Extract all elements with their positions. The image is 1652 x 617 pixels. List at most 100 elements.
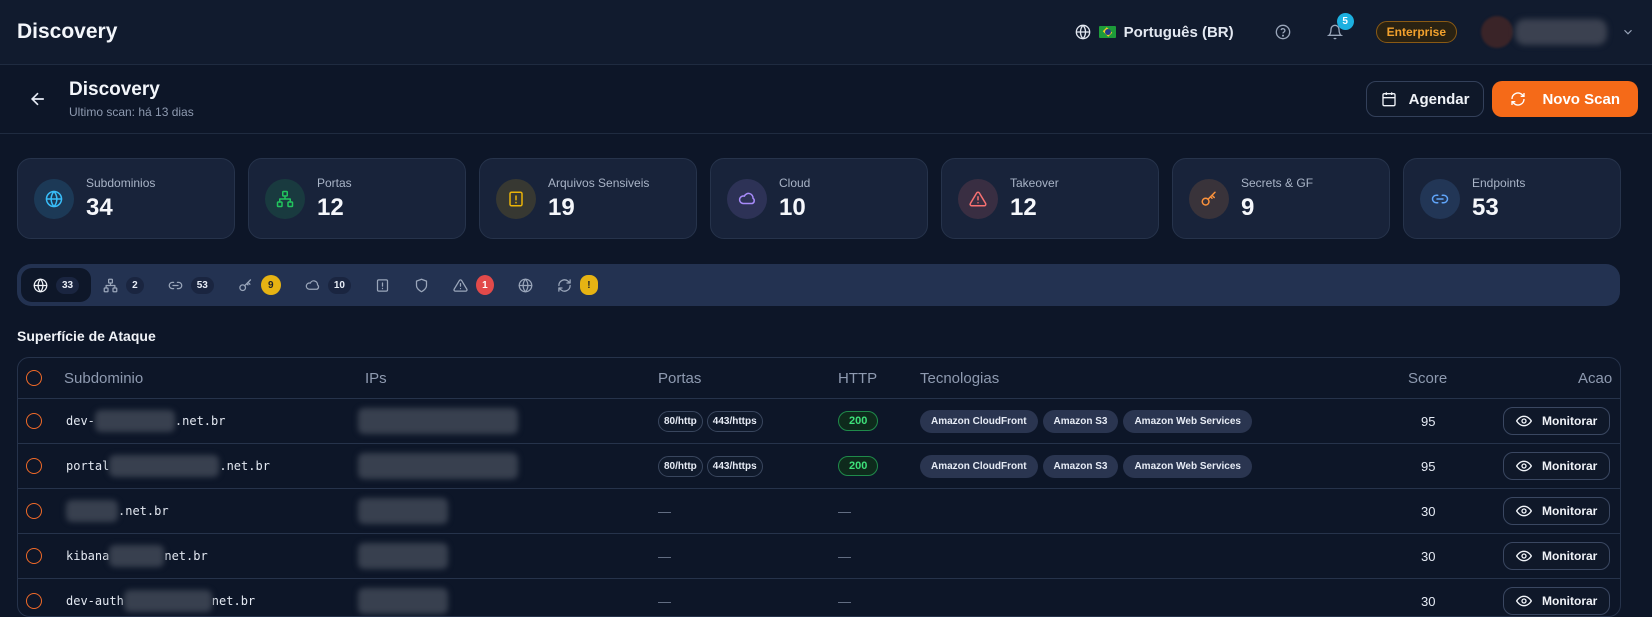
table-row[interactable]: .net.br — — 30 Monitorar: [18, 489, 1620, 534]
monitor-button[interactable]: Monitorar: [1503, 407, 1611, 435]
filter-cloud[interactable]: 10: [293, 268, 363, 302]
subdomain-suffix: net.br: [164, 549, 208, 563]
stat-card-secrets-gf[interactable]: Secrets & GF 9: [1172, 158, 1390, 239]
warning-icon: [969, 190, 987, 206]
filter-count-badge: 2: [126, 276, 144, 294]
app-title: Discovery: [17, 20, 118, 43]
http-empty: —: [838, 548, 851, 564]
filter-bar: 33 2 53 9 10 1!: [17, 264, 1620, 306]
score-value: 30: [1421, 593, 1436, 609]
new-scan-label: Novo Scan: [1542, 90, 1620, 108]
monitor-button[interactable]: Monitorar: [1503, 497, 1611, 525]
row-select-radio[interactable]: [26, 593, 42, 609]
table-row[interactable]: kibana net.br — — 30 Monitorar: [18, 534, 1620, 579]
monitor-button[interactable]: Monitorar: [1503, 452, 1611, 480]
filter-globe[interactable]: [506, 268, 545, 302]
stat-card-portas[interactable]: Portas 12: [248, 158, 466, 239]
tech-tag: Amazon S3: [1042, 454, 1119, 478]
redacted-ip: [358, 543, 448, 569]
avatar[interactable]: [1481, 16, 1513, 48]
shield-icon: [415, 278, 428, 292]
col-ports[interactable]: Portas: [658, 358, 701, 398]
stat-card-takeover[interactable]: Takeover 12: [941, 158, 1159, 239]
monitor-button[interactable]: Monitorar: [1503, 542, 1611, 570]
back-arrow-icon[interactable]: [28, 89, 48, 109]
stat-label: Arquivos Sensiveis: [548, 175, 650, 190]
stat-card-endpoints[interactable]: Endpoints 53: [1403, 158, 1621, 239]
row-select-radio[interactable]: [26, 503, 42, 519]
stat-card-cloud[interactable]: Cloud 10: [710, 158, 928, 239]
tech-tag: Amazon Web Services: [1123, 409, 1252, 433]
monitor-label: Monitorar: [1542, 459, 1598, 473]
tech-cell: Amazon CloudFront Amazon S3 Amazon Web Ser…: [920, 399, 1257, 443]
col-subdomain[interactable]: Subdominio: [64, 358, 143, 398]
select-all-radio[interactable]: [26, 370, 42, 386]
stat-card-subdominios[interactable]: Subdominios 34: [17, 158, 235, 239]
stat-icon-wrap: [496, 178, 536, 219]
col-score[interactable]: Score: [1408, 358, 1447, 398]
stat-label: Endpoints: [1472, 175, 1526, 190]
filter-count-badge: 33: [56, 276, 80, 294]
redacted-text: [123, 590, 212, 612]
stat-value: 9: [1241, 193, 1255, 221]
col-tech[interactable]: Tecnologias: [920, 358, 999, 398]
monitor-button[interactable]: Monitorar: [1503, 587, 1611, 615]
table-header: Subdominio IPs Portas HTTP Tecnologias S…: [18, 358, 1620, 399]
link-icon: [168, 281, 182, 289]
col-http[interactable]: HTTP: [838, 358, 877, 398]
http-empty: —: [838, 503, 851, 519]
filter-count-badge: 10: [327, 276, 351, 294]
stat-icon-wrap: [1189, 178, 1229, 219]
filter-file-alert[interactable]: [363, 268, 402, 302]
stat-value: 12: [1010, 193, 1037, 221]
language-selector[interactable]: Português (BR): [1075, 24, 1234, 41]
redacted-text: [94, 410, 175, 432]
help-button[interactable]: [1272, 21, 1294, 43]
filter-globe[interactable]: 33: [21, 268, 92, 302]
filter-refresh[interactable]: !: [545, 268, 610, 302]
schedule-label: Agendar: [1408, 90, 1470, 108]
cloud-icon: [738, 192, 755, 204]
stat-card-arquivos-sensiveis[interactable]: Arquivos Sensiveis 19: [479, 158, 697, 239]
key-icon: [1201, 191, 1216, 206]
subdomain-cell[interactable]: dev-auth net.br: [66, 579, 255, 616]
subdomain-cell[interactable]: kibana net.br: [66, 534, 208, 578]
filter-link[interactable]: 53: [156, 268, 226, 302]
new-scan-button[interactable]: Novo Scan: [1492, 81, 1638, 117]
score-value: 30: [1421, 548, 1436, 564]
eye-icon: [1516, 415, 1532, 427]
table-row[interactable]: dev-auth net.br — — 30 Monitorar: [18, 579, 1620, 616]
notifications-button[interactable]: 5: [1324, 13, 1354, 43]
row-select-radio[interactable]: [26, 548, 42, 564]
schedule-button[interactable]: Agendar: [1365, 81, 1485, 117]
filter-network[interactable]: 2: [91, 268, 156, 302]
last-scan-info: Ultimo scan: há 13 dias: [69, 105, 194, 119]
redacted-text: [109, 545, 165, 567]
subdomain-prefix: dev-: [66, 414, 95, 428]
eye-icon: [1516, 460, 1532, 472]
filter-shield[interactable]: [402, 268, 441, 302]
tech-tag: Amazon CloudFront: [920, 454, 1038, 478]
chevron-down-icon[interactable]: [1621, 25, 1635, 39]
subdomain-cell[interactable]: .net.br: [66, 489, 169, 533]
subdomain-cell[interactable]: portal .net.br: [66, 444, 270, 488]
row-select-radio[interactable]: [26, 413, 42, 429]
filter-warning[interactable]: 1: [441, 268, 506, 302]
col-ips[interactable]: IPs: [365, 358, 387, 398]
stat-value: 53: [1472, 193, 1499, 221]
cloud-icon: [305, 279, 319, 290]
ip-cell: [358, 534, 448, 578]
filter-key[interactable]: 9: [226, 268, 293, 302]
subdomain-cell[interactable]: dev- .net.br: [66, 399, 225, 443]
user-name-redacted[interactable]: [1515, 19, 1607, 45]
tech-tag: Amazon Web Services: [1123, 454, 1252, 478]
tech-cell: Amazon CloudFront Amazon S3 Amazon Web Ser…: [920, 444, 1257, 488]
port-tag: 443/https: [706, 455, 763, 477]
subdomain-prefix: kibana: [66, 549, 110, 563]
ports-empty: —: [658, 503, 671, 519]
score-value: 95: [1421, 413, 1436, 429]
row-select-radio[interactable]: [26, 458, 42, 474]
table-row[interactable]: dev- .net.br 80/http 443/https 200 Amazon Clo…: [18, 399, 1620, 444]
network-icon: [103, 278, 118, 292]
table-row[interactable]: portal .net.br 80/http 443/https 200 Amazon C…: [18, 444, 1620, 489]
